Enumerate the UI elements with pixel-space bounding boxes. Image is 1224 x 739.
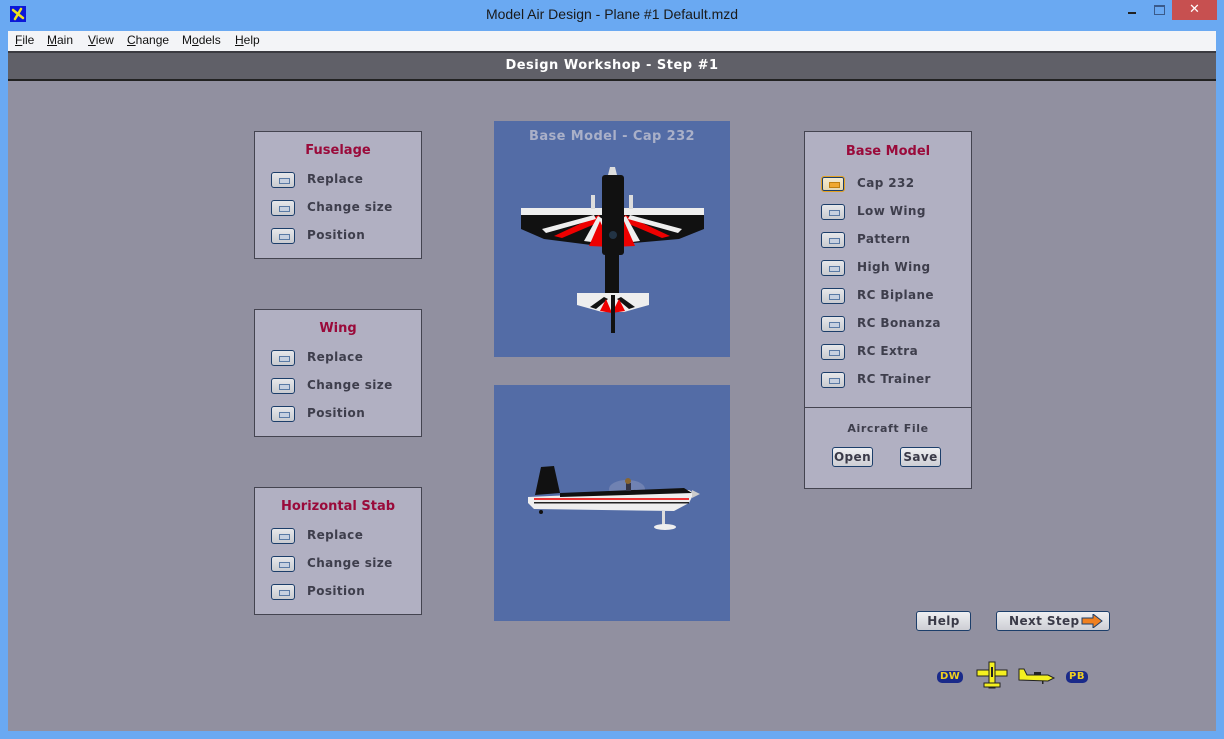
option-label: High Wing [857, 260, 931, 274]
aircraft-file-title: Aircraft File [847, 422, 929, 435]
hstab-panel: Horizontal Stab Replace Change size Posi… [254, 487, 422, 615]
model-rc-biplane-button[interactable] [821, 288, 845, 304]
save-button[interactable]: Save [900, 447, 941, 467]
minimize-icon[interactable] [1120, 0, 1150, 20]
model-pattern-button[interactable] [821, 232, 845, 248]
option-label: RC Bonanza [857, 316, 941, 330]
window-title: Model Air Design - Plane #1 Default.mzd [485, 6, 739, 22]
option-label: Replace [307, 172, 364, 186]
menu-help[interactable]: Help [235, 33, 260, 47]
hstab-title: Horizontal Stab [280, 499, 396, 514]
side-view-canvas [494, 385, 730, 621]
option-label: Pattern [857, 232, 911, 246]
menu-file[interactable]: File [15, 33, 34, 47]
model-rc-extra-button[interactable] [821, 344, 845, 360]
design-workshop-badge[interactable]: DW [937, 671, 964, 683]
top-view-canvas: Base Model - Cap 232 [494, 121, 730, 357]
menu-bar: File Main View Change Models Help [8, 31, 1216, 51]
option-label: Position [307, 228, 366, 242]
model-cap-232-button[interactable] [821, 176, 845, 192]
fuselage-change-size-button[interactable] [271, 200, 295, 216]
option-label: Position [307, 406, 366, 420]
base-model-title: Base Model [845, 144, 931, 159]
hstab-change-size-button[interactable] [271, 556, 295, 572]
help-button[interactable]: Help [916, 611, 971, 631]
plane-builder-badge[interactable]: PB [1066, 671, 1088, 683]
wing-replace-button[interactable] [271, 350, 295, 366]
next-step-label: Next Step [1009, 614, 1080, 628]
option-label: Low Wing [857, 204, 926, 218]
plane-top-view-image [521, 167, 704, 333]
next-step-button[interactable]: Next Step [996, 611, 1110, 631]
wing-panel: Wing Replace Change size Position [254, 309, 422, 437]
option-label: Cap 232 [857, 176, 915, 190]
fuselage-title: Fuselage [305, 143, 371, 158]
arrow-right-icon [1081, 614, 1103, 628]
wing-position-button[interactable] [271, 406, 295, 422]
workspace: Fuselage Replace Change size Position Wi… [8, 81, 1216, 731]
step-header: Design Workshop - Step #1 [8, 51, 1216, 81]
step-title: Design Workshop - Step #1 [505, 58, 719, 73]
wing-change-size-button[interactable] [271, 378, 295, 394]
plane-side-icon[interactable] [1018, 667, 1056, 685]
model-rc-trainer-button[interactable] [821, 372, 845, 388]
hstab-replace-button[interactable] [271, 528, 295, 544]
wing-title: Wing [319, 321, 357, 336]
menu-view[interactable]: View [88, 33, 114, 47]
fuselage-panel: Fuselage Replace Change size Position [254, 131, 422, 259]
panel-divider [805, 407, 971, 408]
option-label: Change size [307, 200, 393, 214]
menu-models[interactable]: Models [182, 33, 221, 47]
menu-main[interactable]: Main [47, 33, 73, 47]
option-label: RC Trainer [857, 372, 931, 386]
fuselage-replace-button[interactable] [271, 172, 295, 188]
option-label: Replace [307, 350, 364, 364]
option-label: Position [307, 584, 366, 598]
close-icon[interactable]: ✕ [1172, 0, 1217, 20]
plane-top-icon[interactable] [975, 661, 1009, 691]
title-bar: Model Air Design - Plane #1 Default.mzd … [0, 0, 1224, 31]
menu-change[interactable]: Change [127, 33, 169, 47]
maximize-icon[interactable] [1148, 0, 1172, 20]
option-label: Change size [307, 378, 393, 392]
option-label: Replace [307, 528, 364, 542]
model-high-wing-button[interactable] [821, 260, 845, 276]
option-label: Change size [307, 556, 393, 570]
option-label: RC Biplane [857, 288, 934, 302]
fuselage-position-button[interactable] [271, 228, 295, 244]
model-rc-bonanza-button[interactable] [821, 316, 845, 332]
plane-side-view-image [528, 466, 700, 530]
base-model-panel: Base Model Cap 232 Low Wing Pattern High… [804, 131, 972, 489]
open-button[interactable]: Open [832, 447, 873, 467]
option-label: RC Extra [857, 344, 919, 358]
model-low-wing-button[interactable] [821, 204, 845, 220]
hstab-position-button[interactable] [271, 584, 295, 600]
